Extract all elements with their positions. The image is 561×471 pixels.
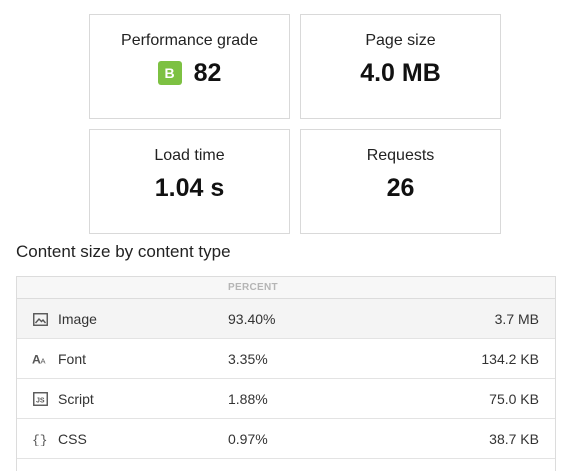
content-percent: 1.88%: [228, 391, 268, 407]
performance-score: 82: [193, 59, 222, 87]
content-type-label: Font: [58, 351, 87, 367]
svg-text:JS: JS: [36, 398, 45, 405]
content-size: 134.2 KB: [481, 351, 539, 367]
content-size-title: Content size by content type: [16, 242, 231, 261]
requests-label: Requests: [366, 147, 435, 164]
grade-badge: B: [157, 61, 182, 85]
percent-column-header[interactable]: PERCENT: [228, 282, 278, 293]
script-icon: JS: [32, 391, 48, 407]
page-size-label: Page size: [365, 32, 436, 49]
performance-grade-card: Performance grade B 82: [89, 14, 290, 119]
requests-card: Requests 26: [300, 129, 501, 234]
image-icon: [32, 311, 48, 327]
table-header: PERCENT: [17, 277, 555, 299]
load-time-label: Load time: [154, 147, 225, 164]
content-size: 3.7 MB: [494, 311, 539, 327]
content-size-table: PERCENT Image 93.40% 3.7 MB A A Font 3.3…: [16, 276, 556, 471]
content-size: 38.7 KB: [489, 431, 539, 447]
content-percent: 0.97%: [228, 431, 268, 447]
svg-text:A: A: [40, 357, 45, 366]
svg-text:{}: {}: [32, 433, 48, 446]
content-percent: 93.40%: [228, 311, 276, 327]
content-type-label: Image: [58, 311, 97, 327]
table-row: Image 93.40% 3.7 MB: [17, 299, 555, 339]
performance-grade-value: B 82: [90, 58, 289, 88]
table-row: JS Script 1.88% 75.0 KB: [17, 379, 555, 419]
content-percent: 3.35%: [228, 351, 268, 367]
table-row: {} CSS 0.97% 38.7 KB: [17, 419, 555, 459]
font-icon: A A: [32, 351, 48, 367]
page-size-value: 4.0 MB: [360, 59, 441, 87]
load-time-value: 1.04 s: [154, 174, 225, 202]
content-type-label: CSS: [58, 431, 87, 447]
load-time-card: Load time 1.04 s: [89, 129, 290, 234]
content-size: 75.0 KB: [489, 391, 539, 407]
content-type-label: Script: [58, 391, 94, 407]
page-size-card: Page size 4.0 MB: [300, 14, 501, 119]
table-row-partial: [17, 459, 555, 471]
requests-value: 26: [386, 174, 415, 202]
performance-grade-label: Performance grade: [121, 32, 258, 49]
css-icon: {}: [32, 431, 48, 447]
table-row: A A Font 3.35% 134.2 KB: [17, 339, 555, 379]
